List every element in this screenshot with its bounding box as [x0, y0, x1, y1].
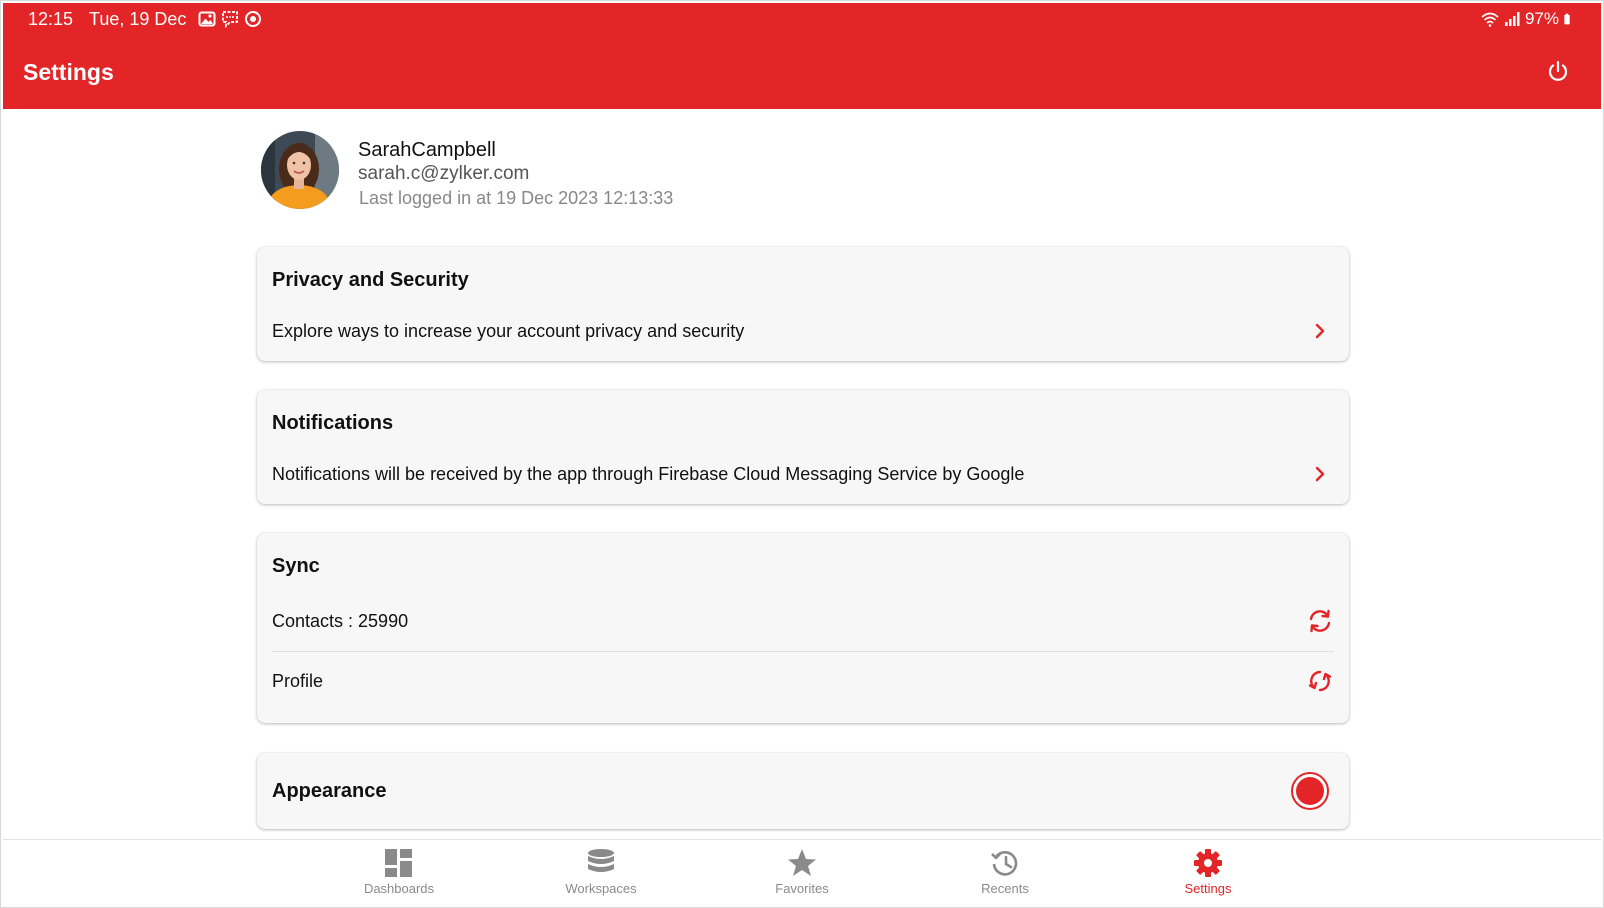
sync-contacts-label: Contacts : 25990	[272, 611, 409, 631]
avatar-image	[261, 131, 339, 209]
nav-dashboards[interactable]: Dashboards	[329, 848, 469, 900]
gallery-icon	[198, 11, 216, 27]
privacy-security-row[interactable]: Explore ways to increase your account pr…	[272, 311, 1334, 351]
settings-content[interactable]: SarahCampbell sarah.c@zylker.com Last lo…	[1, 109, 1604, 839]
battery-percent: 97%	[1524, 9, 1559, 28]
status-system-icons: 97%	[1481, 9, 1575, 29]
nav-settings[interactable]: Settings	[1138, 848, 1278, 900]
battery-icon	[1564, 13, 1570, 25]
sync-profile-label: Profile	[272, 671, 324, 691]
privacy-security-description: Explore ways to increase your account pr…	[272, 321, 745, 341]
status-time: 12:15	[28, 9, 74, 29]
chevron-right-icon[interactable]	[1306, 460, 1334, 488]
dashboard-icon	[385, 849, 412, 877]
nav-dashboards-label: Dashboards	[363, 881, 435, 896]
status-date: Tue, 19 Dec	[89, 9, 187, 29]
nav-workspaces-label: Workspaces	[565, 881, 637, 896]
refresh-icon[interactable]	[1306, 607, 1334, 635]
sync-title: Sync	[272, 555, 320, 577]
wifi-icon	[1481, 12, 1499, 27]
nav-recents[interactable]: Recents	[935, 848, 1075, 900]
last-login-text: Last logged in at 19 Dec 2023 12:13:33	[359, 188, 674, 208]
nav-favorites-label: Favorites	[775, 881, 829, 896]
power-icon[interactable]	[1545, 59, 1571, 85]
nav-recents-label: Recents	[981, 881, 1029, 896]
device-screen: 12:15 Tue, 19 Dec 97% Settings SarahCamp…	[0, 0, 1604, 908]
status-notification-icons	[198, 10, 262, 28]
history-icon	[991, 851, 1018, 876]
star-icon	[788, 849, 816, 876]
sync-app-icon	[245, 11, 261, 27]
nav-favorites[interactable]: Favorites	[732, 848, 872, 900]
nav-workspaces[interactable]: Workspaces	[531, 848, 671, 900]
nav-settings-label: Settings	[1184, 881, 1232, 896]
gear-icon	[1194, 849, 1222, 877]
notifications-card[interactable]: Notifications Notifications will be rece…	[257, 390, 1349, 504]
notifications-description: Notifications will be received by the ap…	[272, 464, 1025, 484]
privacy-security-card[interactable]: Privacy and Security Explore ways to inc…	[257, 247, 1349, 361]
chevron-right-icon[interactable]	[1306, 317, 1334, 345]
bottom-navigation: Dashboards Workspaces Favorites Recents	[3, 839, 1601, 905]
theme-color-swatch-fill	[1296, 777, 1324, 805]
profile-email: sarah.c@zylker.com	[358, 163, 530, 184]
sync-divider	[272, 651, 1334, 652]
appearance-card[interactable]: Appearance	[257, 753, 1349, 829]
notifications-title: Notifications	[272, 412, 394, 434]
appearance-title: Appearance	[272, 780, 387, 802]
database-icon	[588, 849, 614, 872]
theme-color-swatch[interactable]	[1291, 772, 1329, 810]
profile-name: SarahCampbell	[358, 139, 496, 161]
app-bar: 12:15 Tue, 19 Dec 97% Settings	[3, 3, 1601, 109]
sync-profile-row[interactable]: Profile	[272, 661, 1334, 701]
notifications-row[interactable]: Notifications will be received by the ap…	[272, 454, 1334, 494]
sync-card: Sync Contacts : 25990 Profile	[257, 533, 1349, 723]
profile-header: SarahCampbell sarah.c@zylker.com Last lo…	[261, 131, 961, 211]
signal-icon	[1504, 12, 1520, 26]
status-bar: 12:15 Tue, 19 Dec 97%	[3, 3, 1601, 35]
message-icon	[222, 11, 238, 28]
sync-contacts-row[interactable]: Contacts : 25990	[272, 601, 1334, 641]
page-title: Settings	[23, 59, 114, 85]
privacy-security-title: Privacy and Security	[272, 269, 469, 291]
sync-icon[interactable]	[1306, 667, 1334, 695]
avatar	[261, 131, 339, 209]
